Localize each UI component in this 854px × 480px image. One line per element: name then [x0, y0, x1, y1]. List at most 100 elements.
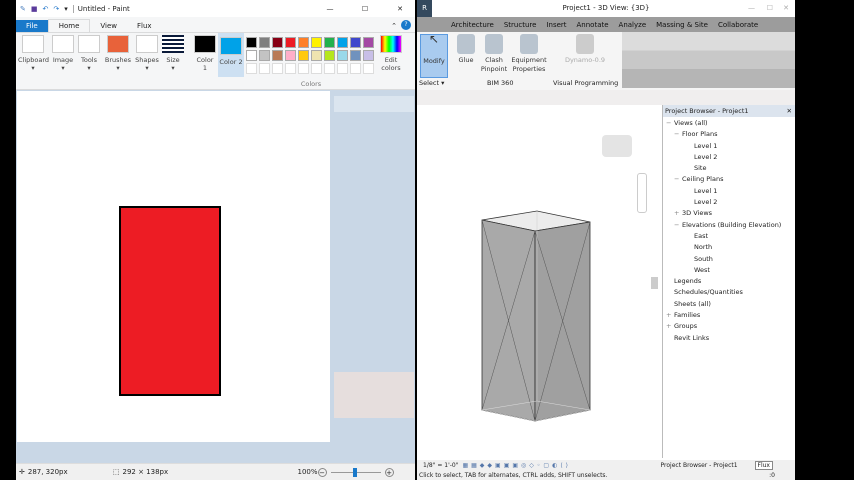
tree-item[interactable]: Level 2	[663, 152, 795, 163]
tab-flux[interactable]: Flux	[127, 20, 162, 32]
palette-swatch[interactable]	[272, 37, 283, 48]
tab-view[interactable]: View	[90, 20, 127, 32]
palette-swatch[interactable]	[311, 63, 322, 74]
3d-viewport[interactable]	[417, 105, 662, 460]
palette-swatch[interactable]	[350, 37, 361, 48]
clash-pinpoint-button[interactable]: Clash Pinpoint	[479, 34, 509, 74]
palette-swatch[interactable]	[259, 63, 270, 74]
palette-swatch[interactable]	[272, 50, 283, 61]
palette-swatch[interactable]	[324, 37, 335, 48]
dynamo-button[interactable]: Dynamo-0.9	[555, 34, 615, 65]
tools-button[interactable]: Tools ▾	[78, 35, 100, 72]
tree-item[interactable]: West	[663, 265, 795, 276]
tab-analyze[interactable]: Analyze	[619, 21, 647, 29]
image-button[interactable]: Image ▾	[52, 35, 74, 72]
redo-icon[interactable]: ↷	[53, 5, 59, 13]
expand-toggle-icon[interactable]: −	[674, 220, 682, 231]
palette-swatch[interactable]	[311, 37, 322, 48]
close-button[interactable]: ✕	[385, 5, 415, 13]
tab-insert[interactable]: Insert	[546, 21, 566, 29]
undo-icon[interactable]: ↶	[43, 5, 49, 13]
tree-item[interactable]: Level 1	[663, 186, 795, 197]
palette-swatch[interactable]	[246, 37, 257, 48]
view-scale[interactable]: 1/8" = 1'-0"	[423, 462, 458, 469]
palette-swatch[interactable]	[363, 50, 374, 61]
tree-item[interactable]: Level 1	[663, 141, 795, 152]
palette-swatch[interactable]	[285, 50, 296, 61]
equipment-properties-button[interactable]: Equipment Properties	[510, 34, 548, 74]
collapse-ribbon-icon[interactable]: ⌃	[387, 20, 401, 32]
expand-toggle-icon[interactable]: +	[666, 310, 674, 321]
tree-item[interactable]: Legends	[663, 276, 795, 287]
palette-swatch[interactable]	[363, 37, 374, 48]
palette-swatch[interactable]	[259, 50, 270, 61]
tree-item[interactable]: − Ceiling Plans	[663, 174, 795, 185]
palette-swatch[interactable]	[246, 50, 257, 61]
red-rectangle[interactable]	[119, 206, 221, 396]
tree-item[interactable]: +3D Views	[663, 208, 795, 219]
palette-swatch[interactable]	[246, 63, 257, 74]
tab-massing-site[interactable]: Massing & Site	[656, 21, 708, 29]
glue-button[interactable]: Glue	[453, 34, 479, 65]
tab-file[interactable]: File	[16, 20, 48, 32]
close-button[interactable]: ✕	[783, 0, 789, 17]
select-group-label[interactable]: Select ▾	[419, 79, 444, 87]
tree-item[interactable]: East	[663, 231, 795, 242]
palette-swatch[interactable]	[337, 63, 348, 74]
tree-item[interactable]: Sheets (all)	[663, 299, 795, 310]
tree-item[interactable]: Level 2	[663, 197, 795, 208]
palette-swatch[interactable]	[298, 37, 309, 48]
palette-swatch[interactable]	[285, 63, 296, 74]
brushes-button[interactable]: Brushes ▾	[104, 35, 132, 72]
size-button[interactable]: Size ▾	[162, 35, 184, 72]
palette-swatch[interactable]	[272, 63, 283, 74]
color1-button[interactable]: Color 1	[194, 35, 216, 72]
tree-item[interactable]: South	[663, 254, 795, 265]
quick-access-dropdown-icon[interactable]: ▾	[64, 5, 68, 13]
maximize-button[interactable]: ☐	[350, 5, 380, 13]
close-icon[interactable]: ✕	[787, 105, 792, 117]
expand-toggle-icon[interactable]: −	[674, 174, 682, 185]
palette-swatch[interactable]	[324, 63, 335, 74]
tab-home[interactable]: Home	[47, 19, 91, 32]
modify-button[interactable]: ↖ Modify	[420, 33, 448, 78]
expand-toggle-icon[interactable]: +	[666, 321, 674, 332]
canvas[interactable]	[17, 91, 330, 442]
shapes-button[interactable]: Shapes ▾	[134, 35, 160, 72]
clipboard-button[interactable]: Clipboard ▾	[18, 35, 49, 72]
tree-item[interactable]: Schedules/Quantities	[663, 287, 795, 298]
palette-swatch[interactable]	[324, 50, 335, 61]
palette-swatch[interactable]	[298, 63, 309, 74]
edit-colors-button[interactable]: Edit colors	[378, 35, 404, 72]
palette-swatch[interactable]	[311, 50, 322, 61]
tab-structure[interactable]: Structure	[504, 21, 537, 29]
palette-swatch[interactable]	[350, 63, 361, 74]
tab-flux[interactable]: Flux	[754, 460, 773, 470]
tab-architecture[interactable]: Architecture	[451, 21, 494, 29]
tree-item[interactable]: Site	[663, 163, 795, 174]
tree-item[interactable]: + Families	[663, 310, 795, 321]
tab-annotate[interactable]: Annotate	[577, 21, 609, 29]
revit-app-icon[interactable]: R	[417, 0, 432, 17]
palette-swatch[interactable]	[363, 63, 374, 74]
tree-item[interactable]: North	[663, 242, 795, 253]
palette-swatch[interactable]	[337, 50, 348, 61]
zoom-out-button[interactable]: −	[317, 467, 327, 477]
palette-swatch[interactable]	[285, 37, 296, 48]
tree-item[interactable]: + Groups	[663, 321, 795, 332]
expand-toggle-icon[interactable]: −	[666, 118, 674, 129]
tab-collaborate[interactable]: Collaborate	[718, 21, 758, 29]
expand-toggle-icon[interactable]: −	[674, 129, 682, 140]
palette-swatch[interactable]	[259, 37, 270, 48]
tree-item[interactable]: − Views (all)	[663, 118, 795, 129]
tree-item[interactable]: Revit Links	[663, 333, 795, 344]
help-icon[interactable]: ?	[401, 20, 411, 30]
color2-button[interactable]: Color 2	[218, 33, 244, 77]
view-control-icons[interactable]: ▦▦◆◆▣▣▣◎◇◦▢◐⟨⟩	[462, 462, 571, 469]
save-icon[interactable]: ■	[31, 5, 38, 13]
minimize-button[interactable]: —	[748, 0, 755, 17]
palette-swatch[interactable]	[337, 37, 348, 48]
palette-swatch[interactable]	[298, 50, 309, 61]
tab-project-browser[interactable]: Project Browser - Project1	[661, 462, 751, 469]
box-model[interactable]	[417, 105, 662, 460]
